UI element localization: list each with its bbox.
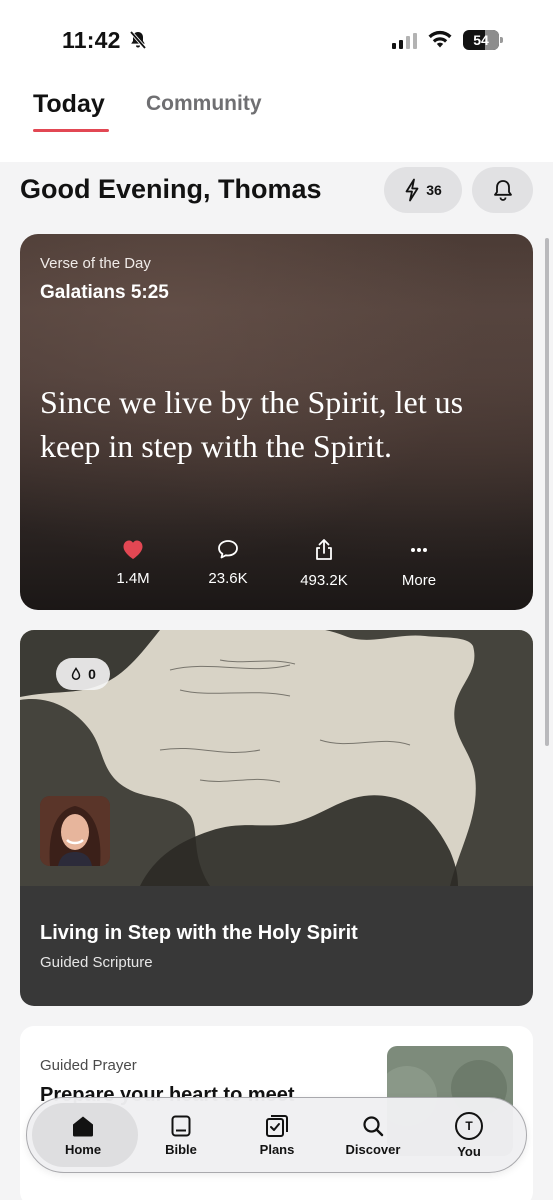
share-count: 493.2K <box>300 572 348 589</box>
home-icon <box>73 1116 93 1136</box>
feed-scroll-area[interactable]: Good Evening, Thomas 36 Verse of the Day… <box>0 162 553 1200</box>
scripture-title: Living in Step with the Holy Spirit <box>40 922 358 944</box>
bell-icon <box>493 180 512 201</box>
etching-artwork: 0 <box>20 630 533 886</box>
status-time: 11:42 <box>62 27 121 53</box>
prayer-label: Guided Prayer <box>40 1057 137 1074</box>
avatar-icon: T <box>455 1111 483 1140</box>
top-header: Today Community <box>0 72 553 162</box>
more-label: More <box>401 572 437 589</box>
verse-text: Since we live by the Spirit, let us keep… <box>40 384 464 464</box>
like-button[interactable]: 1.4M <box>88 538 178 587</box>
greeting-title: Good Evening, Thomas <box>20 174 322 204</box>
heart-icon <box>123 540 143 559</box>
nav-plans-label: Plans <box>259 1141 295 1157</box>
bottom-navigation: Home Bible Plans Discover T You <box>26 1097 527 1173</box>
battery-icon: 54 <box>463 30 503 50</box>
host-avatar <box>40 796 110 866</box>
droplet-icon <box>71 667 81 680</box>
share-button[interactable]: 493.2K <box>279 538 369 589</box>
nav-plans[interactable]: Plans <box>229 1098 325 1172</box>
status-bar: 11:42 54 <box>0 0 553 72</box>
comment-count: 23.6K <box>208 570 248 587</box>
guided-scripture-card[interactable]: 0 Living in Step with the Holy Spirit Gu… <box>20 630 533 1006</box>
search-icon <box>363 1115 384 1136</box>
more-button[interactable]: More <box>374 538 464 589</box>
bell-slash-icon <box>129 30 147 50</box>
drop-count: 0 <box>88 666 96 682</box>
share-icon <box>316 539 332 560</box>
nav-home[interactable]: Home <box>35 1098 131 1172</box>
nav-you-label: You <box>457 1143 481 1159</box>
scrollbar[interactable] <box>545 238 549 746</box>
comment-button[interactable]: 23.6K <box>183 538 273 587</box>
nav-bible-label: Bible <box>165 1141 197 1157</box>
streak-button[interactable]: 36 <box>384 167 462 213</box>
nav-you[interactable]: T You <box>421 1098 517 1172</box>
verse-of-the-day-card[interactable]: Verse of the Day Galatians 5:25 Since we… <box>20 234 533 610</box>
verse-label: Verse of the Day <box>40 255 151 272</box>
wifi-icon <box>428 30 452 48</box>
notifications-button[interactable] <box>472 167 533 213</box>
like-count: 1.4M <box>116 570 150 587</box>
comment-icon <box>218 540 238 559</box>
nav-discover-label: Discover <box>345 1141 401 1157</box>
battery-level: 54 <box>473 32 489 48</box>
avatar-initial: T <box>465 1118 473 1133</box>
bible-icon <box>171 1115 191 1136</box>
verse-actions: 1.4M 23.6K 493.2K More <box>20 538 533 594</box>
nav-home-label: Home <box>64 1141 102 1157</box>
tab-today[interactable]: Today <box>33 90 105 119</box>
active-tab-indicator <box>33 129 109 132</box>
tab-community[interactable]: Community <box>146 92 262 116</box>
plans-icon <box>266 1114 288 1137</box>
more-icon <box>411 548 427 552</box>
lightning-icon <box>405 178 419 202</box>
scripture-subtitle: Guided Scripture <box>40 954 153 971</box>
nav-bible[interactable]: Bible <box>133 1098 229 1172</box>
cellular-signal-icon <box>392 33 417 49</box>
streak-count: 36 <box>426 182 442 198</box>
verse-reference[interactable]: Galatians 5:25 <box>40 282 169 304</box>
nav-discover[interactable]: Discover <box>325 1098 421 1172</box>
drop-count-badge: 0 <box>56 658 110 690</box>
